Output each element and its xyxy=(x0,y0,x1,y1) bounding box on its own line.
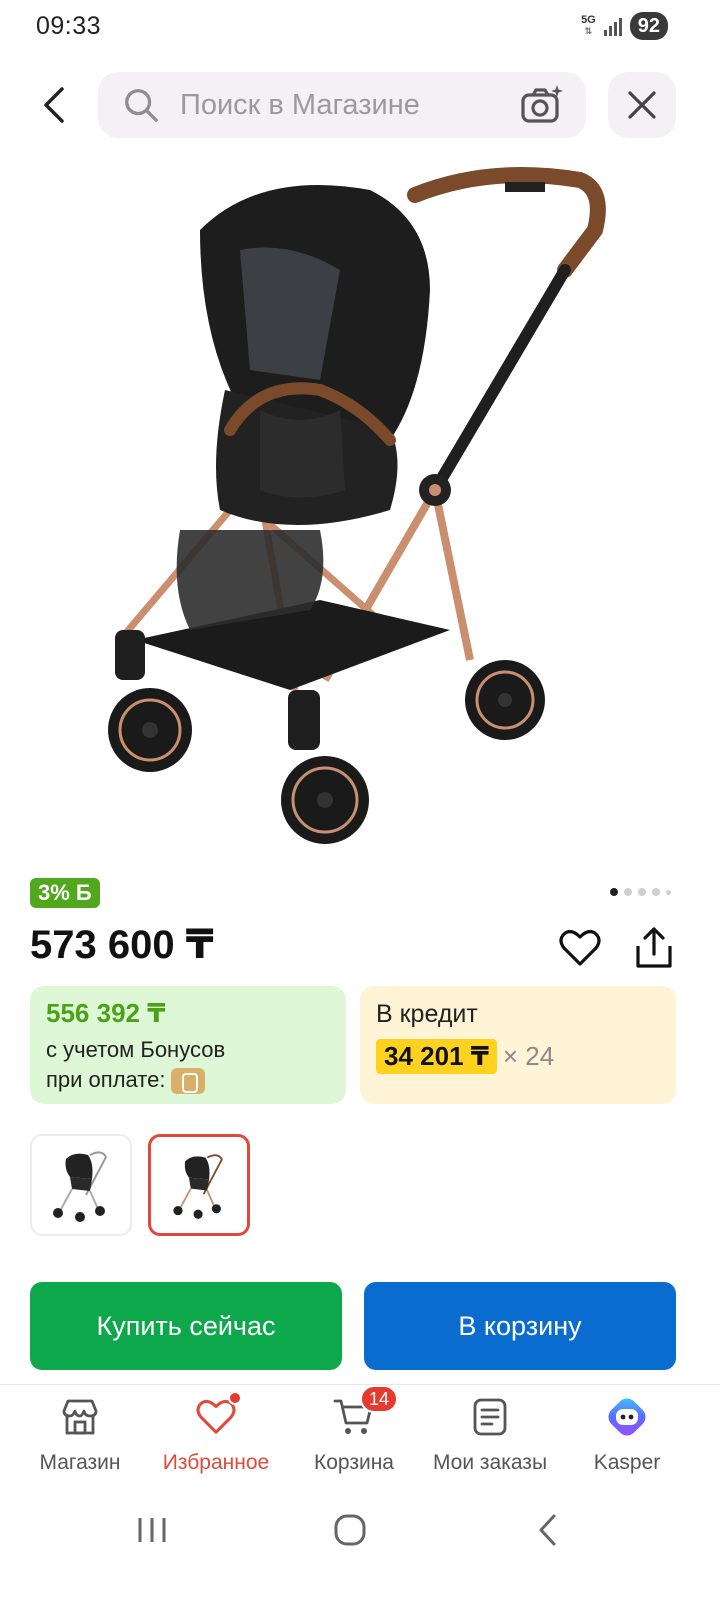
cart-count-badge: 14 xyxy=(360,1385,398,1413)
nav-item-shop[interactable]: Магазин xyxy=(30,1393,130,1475)
cart-icon: 14 xyxy=(330,1385,398,1441)
heart-icon xyxy=(559,930,601,966)
product-image[interactable] xyxy=(60,160,660,860)
close-icon xyxy=(628,91,656,119)
credit-card[interactable]: В кредит 34 201 ₸ × 24 xyxy=(360,986,676,1104)
credit-months: × 24 xyxy=(502,1041,555,1071)
nav-item-orders[interactable]: Мои заказы xyxy=(426,1393,554,1475)
bottom-navigation: Магазин Избранное 14 Корзина Мои заказы … xyxy=(0,1384,720,1484)
credit-monthly-amount: 34 201 ₸ xyxy=(376,1039,497,1074)
chevron-left-icon xyxy=(44,87,64,123)
battery-indicator: 92 xyxy=(629,12,668,40)
nav-label: Избранное xyxy=(162,1451,270,1474)
nav-label: Kasper xyxy=(593,1451,661,1474)
network-label: 5G xyxy=(581,14,596,26)
bonus-price: 556 392 ₸ xyxy=(46,998,166,1028)
credit-row: 34 201 ₸ × 24 xyxy=(376,1039,660,1074)
variant-thumbnail-rose-gold[interactable] xyxy=(148,1134,250,1236)
bonus-price-card[interactable]: 556 392 ₸ с учетом Бонусов при оплате: xyxy=(30,986,346,1104)
signal-icon xyxy=(603,16,622,36)
search-input[interactable]: Поиск в Магазине xyxy=(98,72,586,138)
orders-icon xyxy=(466,1393,514,1441)
add-to-cart-button[interactable]: В корзину xyxy=(364,1282,676,1370)
favorite-button[interactable] xyxy=(556,924,604,972)
status-bar: 09:33 5G ⇅ 92 xyxy=(0,0,720,54)
system-back-button[interactable] xyxy=(518,1508,578,1552)
chevron-left-icon xyxy=(539,1514,556,1546)
recent-apps-button[interactable] xyxy=(122,1508,182,1552)
camera-search-icon[interactable] xyxy=(520,83,564,127)
stroller-thumbnail-image xyxy=(53,1151,108,1222)
clipped-text-row xyxy=(30,1256,690,1268)
search-icon xyxy=(125,89,158,122)
bonus-line-1: с учетом Бонусов xyxy=(46,1037,226,1062)
image-carousel-dots xyxy=(610,888,671,896)
product-price: 573 600 ₸ xyxy=(30,923,214,967)
share-button[interactable] xyxy=(628,922,680,974)
close-button[interactable] xyxy=(608,72,676,138)
search-placeholder: Поиск в Магазине xyxy=(180,88,420,121)
network-5g-icon: 5G ⇅ xyxy=(581,14,596,37)
nav-item-cart[interactable]: 14 Корзина xyxy=(304,1385,404,1475)
recent-apps-icon xyxy=(138,1518,166,1542)
nav-item-favorites[interactable]: Избранное xyxy=(156,1391,276,1475)
status-icons: 5G ⇅ 92 xyxy=(581,12,668,40)
header: Поиск в Магазине xyxy=(0,70,720,140)
status-time: 09:33 xyxy=(36,12,102,40)
credit-title: В кредит xyxy=(376,1000,478,1028)
home-button[interactable] xyxy=(320,1508,380,1552)
kasper-icon xyxy=(603,1393,651,1441)
bonus-description: с учетом Бонусов при оплате: xyxy=(46,1035,330,1095)
bonus-percent-badge: 3% Б xyxy=(30,878,100,908)
nav-item-kasper[interactable]: Kasper xyxy=(584,1393,670,1475)
back-button[interactable] xyxy=(28,78,82,132)
system-navigation-bar xyxy=(0,1490,720,1570)
notification-dot xyxy=(228,1391,242,1405)
bonus-line-2: при оплате: xyxy=(46,1067,166,1092)
kaspi-pay-icon xyxy=(171,1068,206,1095)
nav-label: Мои заказы xyxy=(432,1451,548,1474)
share-icon xyxy=(636,927,672,968)
variant-thumbnail-chrome[interactable] xyxy=(30,1134,132,1236)
nav-label: Магазин xyxy=(39,1451,121,1474)
nav-label: Корзина xyxy=(314,1451,394,1474)
buy-now-button[interactable]: Купить сейчас xyxy=(30,1282,342,1370)
shop-icon xyxy=(56,1393,104,1441)
home-icon xyxy=(334,1514,366,1546)
stroller-thumbnail-image xyxy=(173,1154,223,1219)
heart-icon xyxy=(192,1391,242,1441)
